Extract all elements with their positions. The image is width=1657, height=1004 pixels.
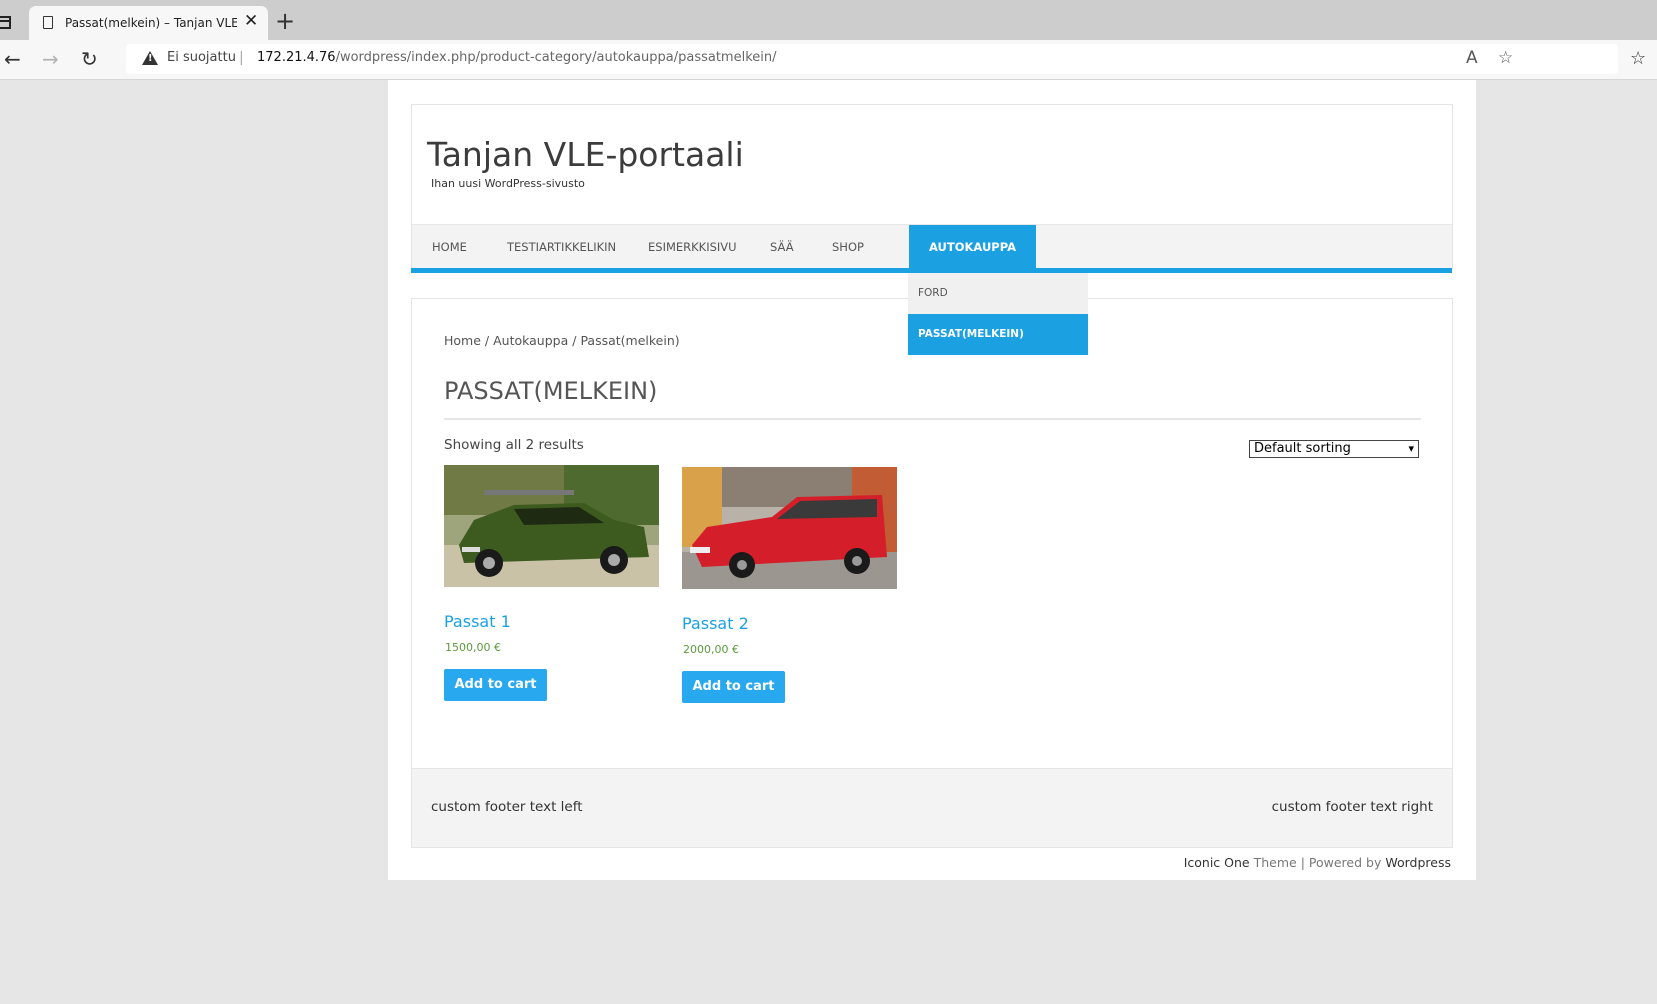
add-to-cart-button[interactable]: Add to cart <box>682 671 785 703</box>
page-title: PASSAT(MELKEIN) <box>444 377 658 405</box>
page-icon <box>43 16 53 29</box>
submenu-item-ford[interactable]: FORD <box>908 273 1088 314</box>
breadcrumb-home[interactable]: Home <box>444 333 481 348</box>
forward-icon[interactable]: → <box>42 46 59 72</box>
address-bar[interactable]: Ei suojattu | 172.21.4.76/wordpress/inde… <box>126 44 1618 74</box>
warning-icon[interactable] <box>142 51 158 65</box>
address-separator: | <box>239 50 244 66</box>
menu-item-esimerkkisivu[interactable]: ESIMERKKISIVU <box>648 225 737 269</box>
chevron-down-icon: ▾ <box>1408 442 1414 455</box>
close-tab-icon[interactable]: ✕ <box>244 11 258 31</box>
url-host: 172.21.4.76 <box>257 50 336 65</box>
title-divider <box>444 418 1421 420</box>
product-card: Passat 2 2000,00 € Add to cart <box>682 467 898 703</box>
site-header: Tanjan VLE-portaali Ihan uusi WordPress-… <box>411 104 1453 225</box>
result-count: Showing all 2 results <box>444 437 584 453</box>
menu-item-shop[interactable]: SHOP <box>832 225 864 269</box>
powered-by: Powered by <box>1308 855 1382 870</box>
site-footer: custom footer text left custom footer te… <box>411 768 1453 848</box>
credits-separator: | <box>1300 855 1305 870</box>
theme-word: Theme <box>1253 855 1297 870</box>
autokauppa-submenu: FORD PASSAT(MELKEIN) <box>908 273 1088 355</box>
back-icon[interactable]: ← <box>4 46 21 72</box>
product-image-passat-2[interactable] <box>682 467 897 589</box>
site-title[interactable]: Tanjan VLE-portaali <box>427 135 744 174</box>
menu-item-testiartikkelikin[interactable]: TESTIARTIKKELIKIN <box>507 225 616 269</box>
breadcrumb-current: Passat(melkein) <box>580 333 680 348</box>
tab-actions-icon[interactable] <box>0 16 11 29</box>
favorite-add-icon[interactable]: ☆ <box>1498 48 1513 68</box>
tab-title: Passat(melkein) – Tanjan VLE-portaali <box>65 16 237 30</box>
favorites-icon[interactable]: ☆ <box>1630 46 1646 72</box>
menu-item-saa[interactable]: SÄÄ <box>770 225 794 269</box>
platform-link[interactable]: Wordpress <box>1385 855 1451 870</box>
refresh-icon[interactable]: ↻ <box>81 46 98 72</box>
breadcrumb: Home / Autokauppa / Passat(melkein) <box>444 333 680 348</box>
url-path: /wordpress/index.php/product-category/au… <box>335 50 777 65</box>
breadcrumb-separator: / <box>484 333 490 348</box>
site-description: Ihan uusi WordPress-sivusto <box>431 177 585 190</box>
menu-item-home[interactable]: HOME <box>432 225 467 269</box>
browser-tab-bar: Passat(melkein) – Tanjan VLE-portaali ✕ … <box>0 0 1657 40</box>
site-credits: Iconic One Theme | Powered by Wordpress <box>1184 855 1451 870</box>
url-text[interactable]: 172.21.4.76/wordpress/index.php/product-… <box>257 50 777 65</box>
theme-link[interactable]: Iconic One <box>1184 855 1250 870</box>
main-menu: HOME TESTIARTIKKELIKIN ESIMERKKISIVU SÄÄ… <box>411 224 1453 269</box>
breadcrumb-category[interactable]: Autokauppa <box>493 333 568 348</box>
product-price: 1500,00 € <box>445 641 501 654</box>
menu-item-autokauppa[interactable]: AUTOKAUPPA <box>909 225 1037 269</box>
product-name[interactable]: Passat 2 <box>682 614 749 633</box>
browser-toolbar: ← → ↻ Ei suojattu | 172.21.4.76/wordpres… <box>0 40 1657 80</box>
product-price: 2000,00 € <box>683 643 739 656</box>
sorting-select[interactable]: Default sorting ▾ <box>1249 440 1419 458</box>
read-aloud-icon[interactable]: A <box>1466 48 1478 68</box>
product-image-passat-1[interactable] <box>444 465 659 587</box>
submenu-item-passat[interactable]: PASSAT(MELKEIN) <box>908 314 1088 355</box>
product-card: Passat 1 1500,00 € Add to cart <box>444 465 660 701</box>
product-name[interactable]: Passat 1 <box>444 612 511 631</box>
add-to-cart-button[interactable]: Add to cart <box>444 669 547 701</box>
footer-text-right: custom footer text right <box>1271 799 1433 815</box>
main-content: Home / Autokauppa / Passat(melkein) PASS… <box>411 298 1453 769</box>
sorting-value: Default sorting <box>1254 441 1351 456</box>
browser-tab[interactable]: Passat(melkein) – Tanjan VLE-portaali ✕ <box>29 6 268 40</box>
new-tab-icon[interactable]: + <box>275 7 295 35</box>
security-label[interactable]: Ei suojattu <box>167 50 236 65</box>
breadcrumb-separator: / <box>572 333 577 348</box>
page-wrapper: Tanjan VLE-portaali Ihan uusi WordPress-… <box>388 80 1476 880</box>
footer-text-left: custom footer text left <box>431 799 583 815</box>
